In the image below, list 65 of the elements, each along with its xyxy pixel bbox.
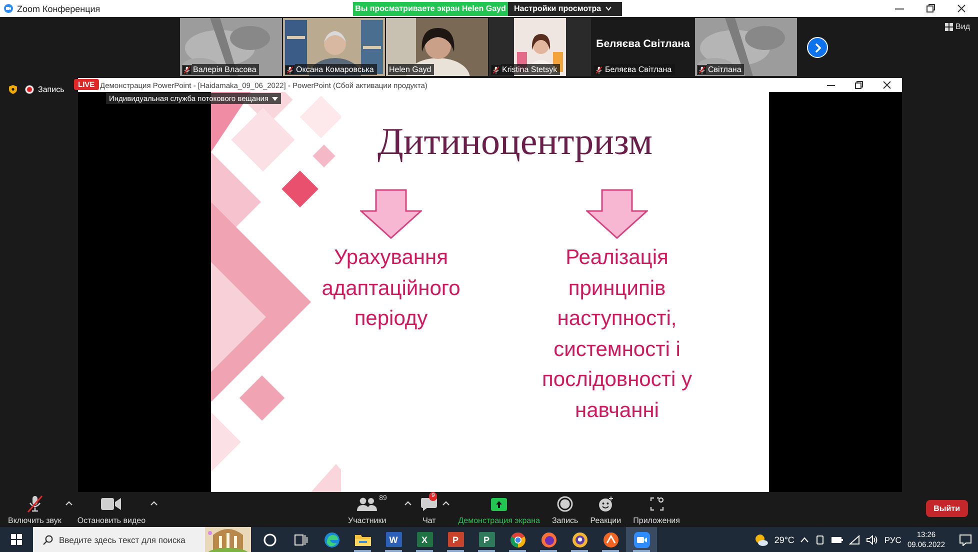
caret-icon[interactable] <box>442 500 450 506</box>
search-bar[interactable]: Введите здесь текст для поиска <box>33 527 205 552</box>
wifi-icon[interactable] <box>849 534 860 544</box>
close-icon[interactable] <box>957 4 966 13</box>
record-icon <box>25 85 34 94</box>
video-tile[interactable]: Kristina Stetsyk <box>489 18 591 76</box>
search-field[interactable]: Введите здесь текст для поиска <box>59 534 199 544</box>
maximize-icon[interactable] <box>855 81 863 89</box>
down-arrow-icon <box>586 189 648 239</box>
recording-label: Запись <box>38 85 64 94</box>
view-settings-menu[interactable]: Настройки просмотра <box>508 2 622 16</box>
language-indicator[interactable]: РУС <box>884 534 902 544</box>
record-icon <box>557 496 574 512</box>
participants-icon <box>357 497 378 511</box>
chevron-right-icon <box>814 42 822 52</box>
share-banner: Вы просматриваете экран Helen Gayd <box>353 2 508 16</box>
toolbar-button[interactable]: Запись <box>548 494 582 525</box>
weather-icon <box>754 534 768 546</box>
participant-name: Світлана <box>707 64 744 75</box>
notification-icon[interactable] <box>959 534 972 546</box>
participant-name: Валерія Власова <box>192 64 260 75</box>
windows-start-icon[interactable] <box>11 534 22 545</box>
toolbar-button[interactable]: Приложения <box>629 494 684 525</box>
video-tile[interactable]: Валерія Власова <box>180 18 282 76</box>
search-highlight-drawing <box>205 527 251 552</box>
toolbar-button[interactable]: Остановить видео <box>73 494 150 525</box>
meet-now-icon[interactable] <box>815 534 826 544</box>
toolbar-button[interactable]: Реакции <box>586 494 626 525</box>
slide-title: Дитиноцентризм <box>376 120 654 165</box>
caret-icon <box>272 96 278 100</box>
toolbar-button[interactable]: Включить звук <box>4 494 66 525</box>
grid-icon <box>944 22 953 30</box>
temperature: 29°C <box>774 534 794 544</box>
close-icon[interactable] <box>883 81 891 89</box>
participant-name: Kristina Stetsyk <box>501 64 560 75</box>
chat-icon <box>420 496 438 512</box>
shield-icon[interactable] <box>9 85 17 94</box>
next-page-button[interactable] <box>807 37 828 58</box>
video-tile[interactable]: Світлана <box>695 18 797 76</box>
participant-name: Helen Gayd <box>388 64 434 75</box>
view-button[interactable]: Вид <box>944 22 970 31</box>
chevron-down-icon <box>605 6 612 11</box>
window-title: Zoom Конференция <box>17 4 100 14</box>
search-icon <box>43 534 53 544</box>
speaker-icon[interactable] <box>866 534 878 544</box>
battery-icon[interactable] <box>831 536 844 544</box>
apps-icon <box>650 497 664 511</box>
participant-name: Беляєва Світлана <box>595 38 691 50</box>
video-app-icon[interactable] <box>626 527 657 552</box>
caret-icon[interactable] <box>65 500 74 506</box>
down-arrow-icon <box>360 189 422 239</box>
caret-icon[interactable] <box>150 500 158 506</box>
slide-text: Урахування адаптаційного періоду <box>320 245 462 332</box>
participant-name: Оксана Комаровська <box>295 64 377 75</box>
maximize-icon[interactable] <box>926 4 935 13</box>
video-camera-icon <box>101 497 122 511</box>
slide-text: Реалізація принципів наступності, системності і послідовності у навчанні <box>541 245 693 424</box>
app-icon <box>4 4 13 13</box>
caret-icon[interactable] <box>404 500 412 506</box>
video-tile[interactable]: Оксана Комаровська <box>283 18 385 76</box>
video-tile[interactable]: Helen Gayd <box>386 18 488 76</box>
smiley-icon <box>598 496 614 512</box>
leave-button[interactable]: Выйти <box>926 500 968 517</box>
participant-name: Беляєва Світлана <box>604 64 675 75</box>
toolbar-button[interactable]: Демонстрация экрана <box>454 494 544 525</box>
